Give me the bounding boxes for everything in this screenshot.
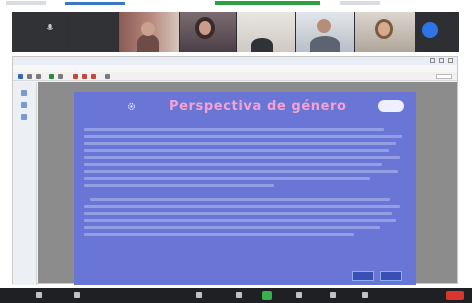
record-icon[interactable]: [296, 292, 302, 298]
slide-title: Perspectiva de género: [169, 99, 347, 114]
share-screen-icon[interactable]: [262, 291, 272, 300]
text-line: [84, 177, 370, 180]
participants-strip: [12, 12, 459, 52]
participant-tile[interactable]: [119, 12, 179, 52]
toolbar: [13, 72, 457, 81]
text-line: [90, 198, 390, 201]
recording-bar: [215, 1, 320, 5]
top-bar-indicator: [65, 2, 125, 5]
slide-nav-next-button[interactable]: [380, 271, 402, 281]
reactions-icon[interactable]: [330, 292, 336, 298]
text-line: [84, 219, 396, 222]
text-line: [84, 170, 398, 173]
participant-tile[interactable]: [180, 12, 236, 52]
partner-logo: [378, 100, 404, 112]
participant-tile[interactable]: [12, 12, 67, 52]
slide-nav-previous-button[interactable]: [352, 271, 374, 281]
window-title-bar: [13, 57, 457, 65]
save-icon[interactable]: [27, 74, 32, 79]
microphone-icon: [46, 24, 54, 30]
close-icon[interactable]: [448, 58, 453, 63]
page-icon[interactable]: [49, 74, 54, 79]
participant-video: [310, 36, 340, 52]
microphone-icon[interactable]: [36, 292, 42, 298]
document-window: Perspectiva de género: [12, 56, 458, 285]
participant-video: [251, 38, 273, 52]
self-view-avatar[interactable]: [422, 22, 438, 38]
attachments-icon[interactable]: [21, 114, 27, 120]
leave-icon[interactable]: [446, 291, 464, 300]
navigation-pane: [13, 82, 37, 285]
annotate-icon[interactable]: [73, 74, 78, 79]
participant-video: [137, 34, 159, 52]
chat-icon[interactable]: [236, 292, 242, 298]
bookmarks-icon[interactable]: [21, 102, 27, 108]
minimize-icon[interactable]: [430, 58, 435, 63]
maximize-icon[interactable]: [439, 58, 444, 63]
more-icon[interactable]: [362, 292, 368, 298]
text-line: [84, 233, 354, 236]
highlight-icon[interactable]: [82, 74, 87, 79]
text-line: [84, 163, 382, 166]
slide-body-text: [84, 128, 406, 268]
menu-bar: [13, 65, 457, 72]
camera-icon[interactable]: [74, 292, 80, 298]
thumbnails-icon[interactable]: [21, 90, 27, 96]
text-line: [84, 212, 392, 215]
document-viewport[interactable]: Perspectiva de género: [38, 82, 457, 285]
top-bar-chip: [6, 1, 46, 5]
participant-tile[interactable]: [355, 12, 415, 52]
text-line: [84, 149, 389, 152]
text-line: [84, 226, 380, 229]
participant-tile[interactable]: [296, 12, 354, 52]
call-top-bar: [0, 0, 472, 6]
call-controls-bar: [0, 288, 472, 303]
draw-icon[interactable]: [91, 74, 96, 79]
text-line: [84, 142, 396, 145]
window-controls: [430, 58, 453, 63]
rotate-icon[interactable]: [105, 74, 110, 79]
text-line: [84, 156, 400, 159]
participant-tile[interactable]: [68, 12, 118, 52]
zoom-icon[interactable]: [58, 74, 63, 79]
gear-icon: [128, 103, 135, 110]
presentation-slide: Perspectiva de género: [74, 92, 416, 285]
search-input[interactable]: [436, 74, 452, 79]
print-icon[interactable]: [36, 74, 41, 79]
text-line: [84, 184, 274, 187]
text-line: [84, 205, 400, 208]
top-bar-chip: [340, 1, 380, 5]
text-line: [84, 135, 402, 138]
text-line: [84, 128, 384, 131]
participants-icon[interactable]: [196, 292, 202, 298]
home-icon[interactable]: [18, 74, 23, 79]
participant-tile[interactable]: [237, 12, 295, 52]
